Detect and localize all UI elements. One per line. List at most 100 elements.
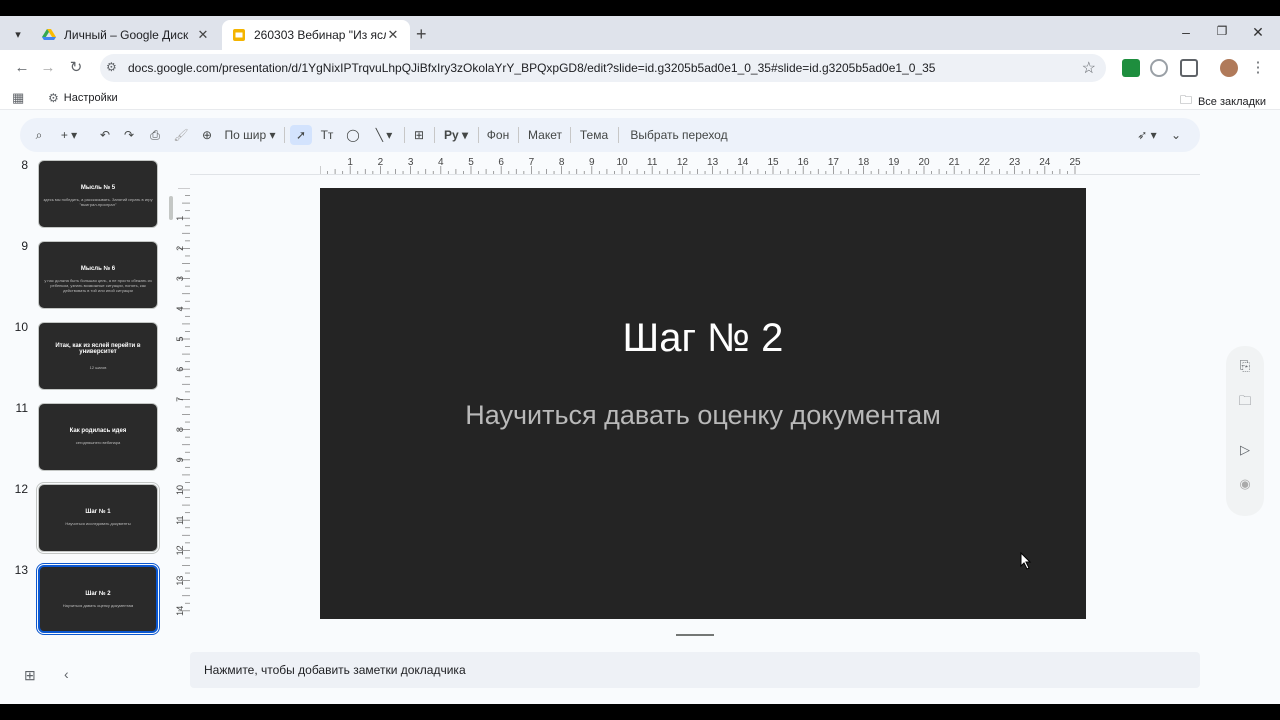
slide-number: 9 bbox=[21, 239, 28, 253]
new-slide-icon[interactable]: + ▾ bbox=[56, 118, 82, 152]
all-bookmarks[interactable]: 🗀 Все закладки bbox=[1180, 91, 1266, 112]
ruler-label: 9 bbox=[589, 157, 595, 168]
ruler-label: 7 bbox=[176, 397, 185, 402]
notes-resize-handle[interactable] bbox=[676, 634, 714, 636]
paint-format-icon[interactable]: 🖌 bbox=[172, 118, 190, 152]
filmstrip-scrollbar[interactable] bbox=[169, 196, 173, 220]
toolbar-divider bbox=[518, 127, 519, 143]
thumbnail-subtitle: Научиться давать оценку документам bbox=[62, 603, 134, 608]
new-tab-icon[interactable]: + bbox=[416, 24, 427, 44]
add-comment-icon[interactable]: ⊞ bbox=[410, 118, 428, 152]
ruler-label: 1 bbox=[347, 157, 353, 168]
reload-icon[interactable]: ↻ bbox=[66, 58, 86, 78]
ruler-label: 20 bbox=[918, 157, 930, 168]
notes-placeholder: Нажмите, чтобы добавить заметки докладчи… bbox=[204, 663, 466, 677]
restore-icon[interactable]: ❐ bbox=[1212, 24, 1232, 38]
ruler-label: 14 bbox=[737, 157, 749, 168]
folder-icon: 🗀 bbox=[1179, 93, 1192, 107]
layout-button[interactable]: Макет bbox=[524, 118, 566, 152]
folder-icon[interactable]: 🗀 bbox=[1237, 392, 1253, 408]
background-button[interactable]: Фон bbox=[484, 118, 512, 152]
slide-thumbnail[interactable]: Итак, как из яслей перейти в университет… bbox=[38, 322, 158, 390]
minimize-icon[interactable]: – bbox=[1176, 24, 1196, 40]
speaker-notes[interactable]: Нажмите, чтобы добавить заметки докладчи… bbox=[190, 652, 1200, 688]
redo-icon[interactable]: ↷ bbox=[120, 118, 138, 152]
ruler-label: 17 bbox=[828, 157, 840, 168]
tab-slides-webinar[interactable]: 260303 Вебинар "Из яслей в у ✕ bbox=[222, 20, 410, 50]
forward-icon[interactable]: → bbox=[38, 58, 58, 78]
undo-icon[interactable]: ↶ bbox=[96, 118, 114, 152]
ruler-label: 10 bbox=[616, 157, 628, 168]
slide-number: 12 bbox=[14, 482, 28, 496]
ruler-label: 1 bbox=[176, 216, 185, 221]
apps-grid-icon[interactable]: ▦ bbox=[12, 90, 24, 106]
mouse-cursor-icon bbox=[1020, 552, 1032, 570]
toolbar-divider bbox=[618, 127, 619, 143]
close-tab-icon[interactable]: ✕ bbox=[386, 27, 400, 43]
globe-extension-icon[interactable] bbox=[1150, 59, 1168, 77]
browser-window: ▾ Личный – Google Диск ✕ 260303 Вебинар … bbox=[0, 16, 1280, 704]
zoom-icon[interactable]: ⊕ bbox=[198, 118, 216, 152]
bookmark-settings[interactable]: ⚙ Настройки bbox=[48, 91, 118, 105]
theme-button[interactable]: Тема bbox=[576, 118, 612, 152]
keep-notes-icon[interactable]: ⎘ bbox=[1237, 358, 1253, 374]
bookmark-label: Настройки bbox=[63, 92, 118, 104]
side-panel: ⎘ 🗀 ▷ ◉ bbox=[1226, 346, 1264, 516]
gear-icon: ⚙ bbox=[48, 91, 59, 105]
slideshow-icon[interactable]: ▷ bbox=[1237, 442, 1253, 458]
ruler-label: 23 bbox=[1009, 157, 1021, 168]
back-icon[interactable]: ← bbox=[12, 58, 32, 78]
toolbar-divider bbox=[284, 127, 285, 143]
line-icon[interactable]: ╲ ▾ bbox=[370, 118, 398, 152]
thumbnail-subtitle: 12 шагов bbox=[89, 365, 107, 370]
thumbnail-title: Итак, как из яслей перейти в университет bbox=[55, 343, 141, 355]
collapse-filmstrip-icon[interactable]: ‹ bbox=[64, 666, 69, 682]
ruler-label: 15 bbox=[767, 157, 779, 168]
slide-title[interactable]: Шаг № 2 bbox=[320, 316, 1086, 361]
current-slide[interactable]: Шаг № 2 Научиться давать оценку документ… bbox=[320, 188, 1086, 619]
thumbnail-subtitle: у нас должна быть большая цель, а не про… bbox=[44, 278, 152, 293]
browser-menu-icon[interactable]: ⋮ bbox=[1248, 58, 1268, 78]
collapse-toolbar-icon[interactable]: ⌄ bbox=[1168, 118, 1184, 152]
slide-thumbnail[interactable]: Шаг № 1 Научиться исследовать документы bbox=[36, 482, 160, 554]
ruler-label: 4 bbox=[438, 157, 444, 168]
extension-green-icon[interactable] bbox=[1122, 59, 1140, 77]
transition-button[interactable]: Выбрать переход bbox=[624, 118, 734, 152]
site-info-icon[interactable]: ⚙ bbox=[106, 60, 117, 74]
bookmarks-bar: ▦ ⚙ Настройки 🗀 Все закладки bbox=[0, 86, 1280, 110]
zoom-label: По шир bbox=[224, 128, 267, 142]
slide-thumbnail[interactable]: Мысль № 6 у нас должна быть большая цель,… bbox=[38, 241, 158, 309]
grid-view-icon[interactable]: ⊞ bbox=[24, 667, 36, 684]
ruler-label: 13 bbox=[707, 157, 719, 168]
input-tools-icon[interactable]: Ру ▾ bbox=[440, 118, 472, 152]
text-box-icon[interactable]: Tт bbox=[318, 118, 336, 152]
close-tab-icon[interactable]: ✕ bbox=[196, 27, 210, 43]
slide-thumbnail[interactable]: Шаг № 2 Научиться давать оценку документа… bbox=[36, 563, 160, 635]
vertical-ruler: 1234567891011121314 bbox=[176, 188, 190, 616]
ruler-label: 10 bbox=[176, 485, 185, 495]
shape-icon[interactable]: ◯ bbox=[344, 118, 362, 152]
address-bar[interactable]: ⚙ docs.google.com/presentation/d/1YgNixI… bbox=[100, 54, 1106, 82]
slide-subtitle[interactable]: Научиться давать оценку документам bbox=[320, 400, 1086, 431]
ruler-label: 21 bbox=[949, 157, 961, 168]
search-menus-icon[interactable]: ⌕ bbox=[30, 118, 48, 152]
toolbar-divider bbox=[478, 127, 479, 143]
tab-google-drive[interactable]: Личный – Google Диск ✕ bbox=[32, 20, 220, 50]
extensions-puzzle-icon[interactable] bbox=[1180, 59, 1198, 77]
slide-thumbnail[interactable]: Как родилась идея сегодняшнего вебинара bbox=[38, 403, 158, 471]
close-window-icon[interactable]: ✕ bbox=[1248, 24, 1268, 41]
thumbnail-subtitle: сегодняшнего вебинара bbox=[75, 440, 121, 445]
google-slides-icon bbox=[233, 29, 245, 41]
select-cursor-icon[interactable]: ➚ bbox=[290, 125, 312, 145]
ruler-label: 9 bbox=[176, 457, 185, 462]
profile-avatar[interactable] bbox=[1220, 59, 1238, 77]
ruler-label: 2 bbox=[378, 157, 384, 168]
pointer-mode-icon[interactable]: ➶ ▾ bbox=[1132, 118, 1162, 152]
print-icon[interactable]: ⎙ bbox=[146, 118, 164, 152]
bookmark-star-icon[interactable]: ☆ bbox=[1082, 58, 1096, 78]
slide-thumbnail[interactable]: Мысль № 5 здесь мы победить, а рассказыва… bbox=[38, 160, 158, 228]
tab-search-icon[interactable]: ▾ bbox=[8, 24, 28, 44]
ruler-label: 2 bbox=[176, 246, 185, 251]
record-icon[interactable]: ◉ bbox=[1237, 476, 1253, 492]
zoom-select[interactable]: По шир ▾ bbox=[222, 118, 278, 152]
